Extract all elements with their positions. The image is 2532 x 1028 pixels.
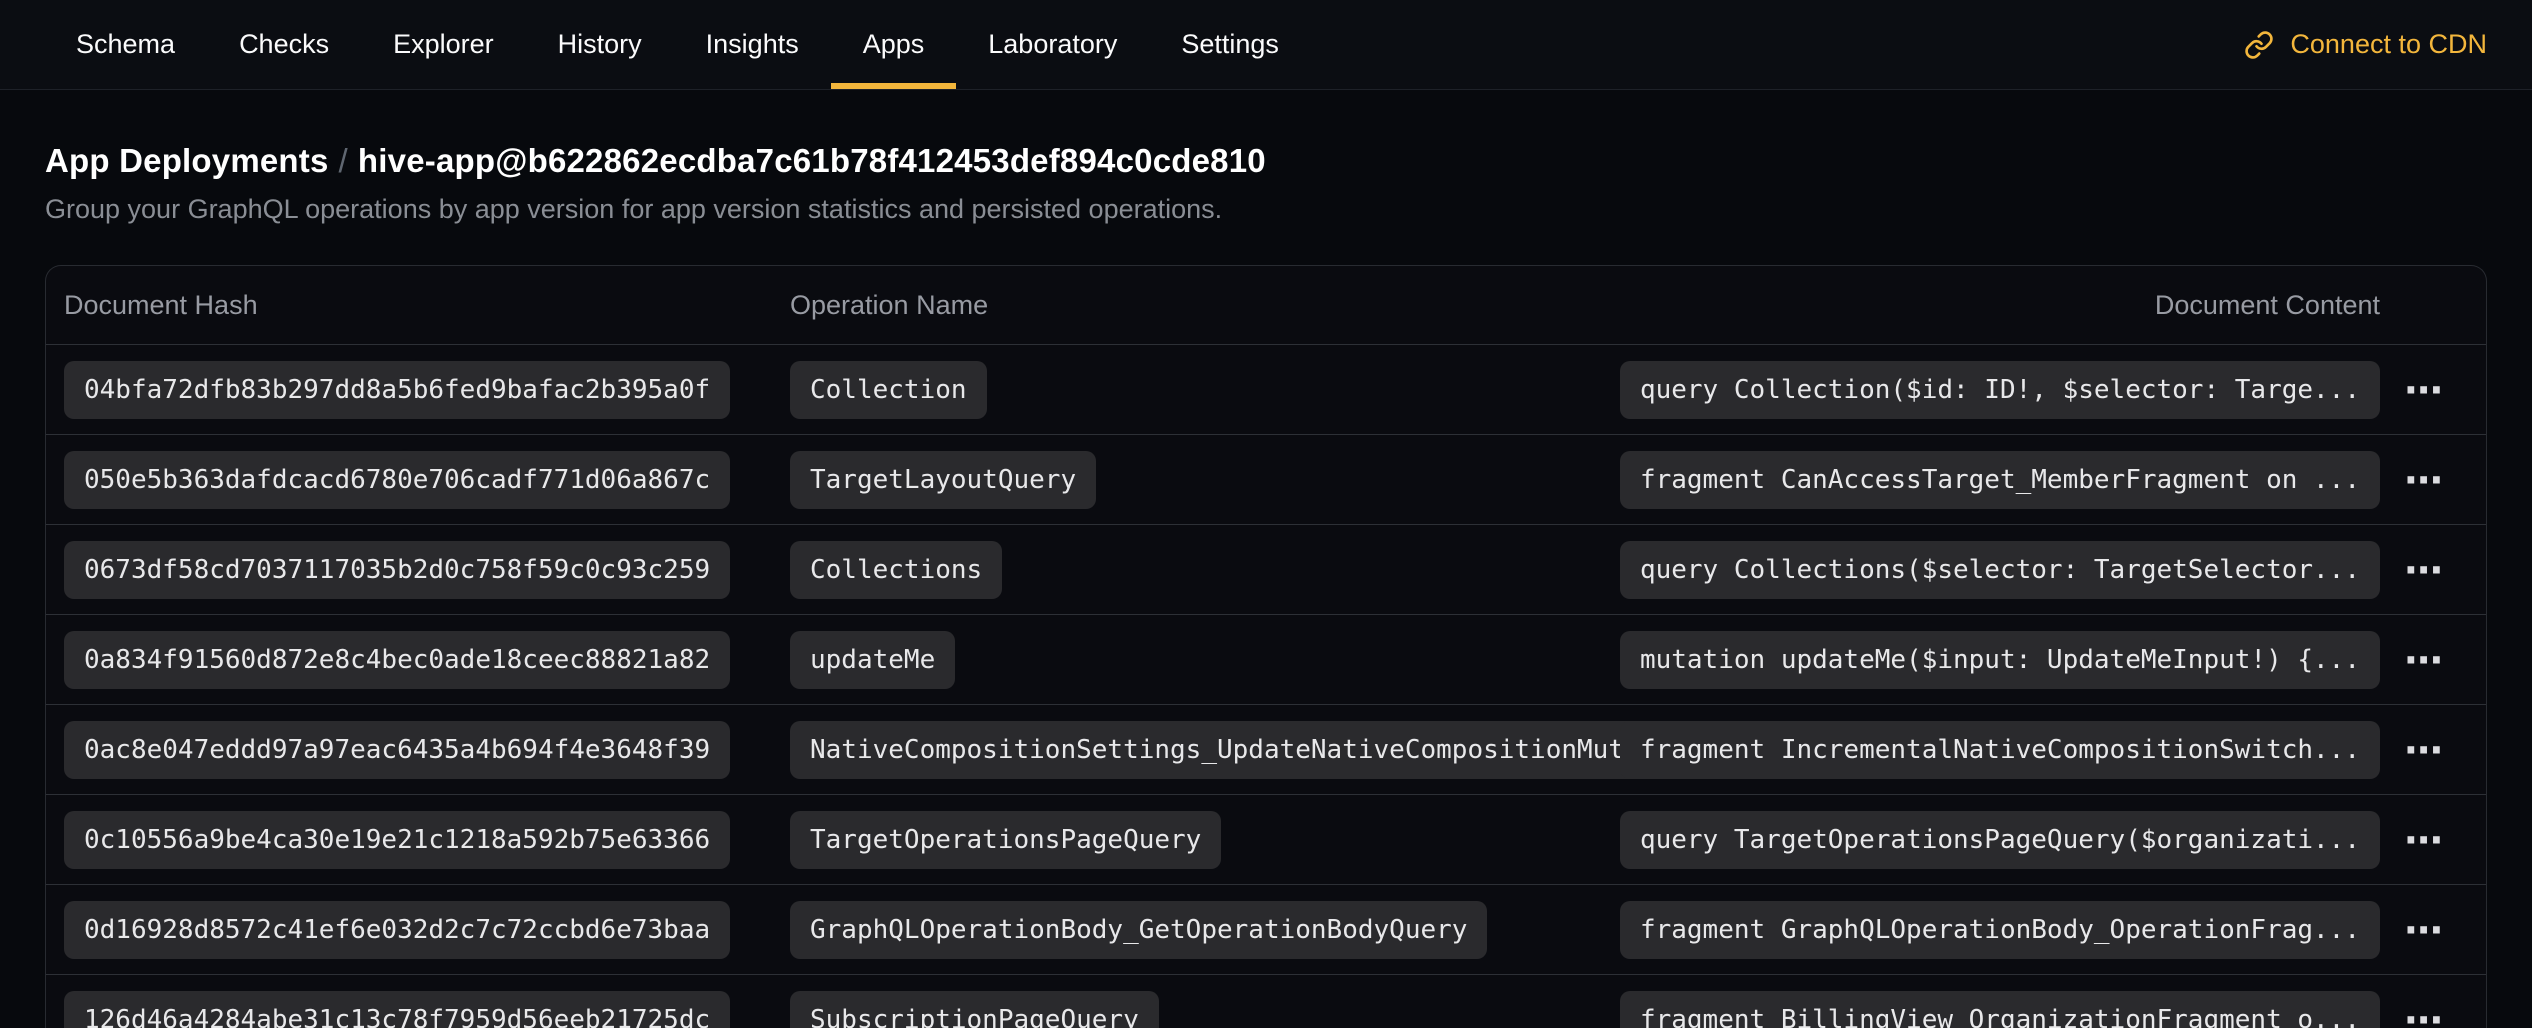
page-subtitle: Group your GraphQL operations by app ver… (45, 194, 2487, 225)
connect-to-cdn-label: Connect to CDN (2290, 29, 2487, 60)
document-hash: 0673df58cd7037117035b2d0c758f59c0c93c259 (64, 541, 730, 599)
tab-insights[interactable]: Insights (674, 0, 831, 89)
document-hash: 0a834f91560d872e8c4bec0ade18ceec88821a82 (64, 631, 730, 689)
column-header-operation-name: Operation Name (790, 290, 2155, 321)
table-header-row: Document Hash Operation Name Document Co… (46, 266, 2486, 344)
operation-name: updateMe (790, 631, 955, 689)
column-header-document-content: Document Content (2155, 290, 2380, 321)
breadcrumb: App Deployments/hive-app@b622862ecdba7c6… (45, 142, 2487, 180)
document-hash: 0ac8e047eddd97a97eac6435a4b694f4e3648f39 (64, 721, 730, 779)
row-menu-button[interactable]: ⋯ (2395, 995, 2454, 1028)
tab-apps[interactable]: Apps (831, 0, 957, 89)
document-content: fragment CanAccessTarget_MemberFragment … (1620, 451, 2380, 509)
tab-laboratory[interactable]: Laboratory (956, 0, 1149, 89)
link-icon (2244, 30, 2274, 60)
row-menu-button[interactable]: ⋯ (2395, 365, 2454, 415)
tab-schema[interactable]: Schema (44, 0, 207, 89)
row-menu-button[interactable]: ⋯ (2395, 905, 2454, 955)
connect-to-cdn-button[interactable]: Connect to CDN (2244, 0, 2487, 89)
document-content: query TargetOperationsPageQuery($organiz… (1620, 811, 2380, 869)
tab-explorer[interactable]: Explorer (361, 0, 526, 89)
row-menu-button[interactable]: ⋯ (2395, 635, 2454, 685)
operation-name: SubscriptionPageQuery (790, 991, 1159, 1028)
document-content: mutation updateMe($input: UpdateMeInput!… (1620, 631, 2380, 689)
deployments-table: Document Hash Operation Name Document Co… (45, 265, 2487, 1028)
row-menu-button[interactable]: ⋯ (2395, 545, 2454, 595)
tab-history[interactable]: History (526, 0, 674, 89)
table-row: 0ac8e047eddd97a97eac6435a4b694f4e3648f39… (46, 704, 2486, 794)
operation-name: TargetOperationsPageQuery (790, 811, 1221, 869)
row-menu-button[interactable]: ⋯ (2395, 815, 2454, 865)
document-hash: 04bfa72dfb83b297dd8a5b6fed9bafac2b395a0f (64, 361, 730, 419)
column-header-document-hash: Document Hash (64, 290, 790, 321)
breadcrumb-section: App Deployments (45, 142, 329, 179)
top-nav: Schema Checks Explorer History Insights … (0, 0, 2532, 90)
document-hash: 126d46a4284abe31c13c78f7959d56eeb21725dc (64, 991, 730, 1028)
document-hash: 0d16928d8572c41ef6e032d2c7c72ccbd6e73baa (64, 901, 730, 959)
operation-name: Collection (790, 361, 987, 419)
row-menu-button[interactable]: ⋯ (2395, 725, 2454, 775)
table-row: 0a834f91560d872e8c4bec0ade18ceec88821a82… (46, 614, 2486, 704)
document-content: fragment BillingView_OrganizationFragmen… (1620, 991, 2380, 1028)
operation-name: TargetLayoutQuery (790, 451, 1096, 509)
document-content: fragment IncrementalNativeCompositionSwi… (1620, 721, 2380, 779)
document-hash: 0c10556a9be4ca30e19e21c1218a592b75e63366 (64, 811, 730, 869)
row-menu-button[interactable]: ⋯ (2395, 455, 2454, 505)
table-row: 0d16928d8572c41ef6e032d2c7c72ccbd6e73baa… (46, 884, 2486, 974)
table-row: 050e5b363dafdcacd6780e706cadf771d06a867c… (46, 434, 2486, 524)
table-row: 126d46a4284abe31c13c78f7959d56eeb21725dc… (46, 974, 2486, 1028)
operation-name: GraphQLOperationBody_GetOperationBodyQue… (790, 901, 1487, 959)
document-content: fragment GraphQLOperationBody_OperationF… (1620, 901, 2380, 959)
table-row: 04bfa72dfb83b297dd8a5b6fed9bafac2b395a0f… (46, 344, 2486, 434)
table-row: 0673df58cd7037117035b2d0c758f59c0c93c259… (46, 524, 2486, 614)
operation-name: NativeCompositionSettings_UpdateNativeCo… (790, 721, 1722, 779)
nav-tabs: Schema Checks Explorer History Insights … (44, 0, 1311, 89)
document-content: query Collection($id: ID!, $selector: Ta… (1620, 361, 2380, 419)
breadcrumb-app-id: hive-app@b622862ecdba7c61b78f412453def89… (358, 142, 1266, 179)
document-content: query Collections($selector: TargetSelec… (1620, 541, 2380, 599)
tab-checks[interactable]: Checks (207, 0, 361, 89)
tab-settings[interactable]: Settings (1149, 0, 1311, 89)
breadcrumb-separator: / (329, 142, 358, 179)
table-row: 0c10556a9be4ca30e19e21c1218a592b75e63366… (46, 794, 2486, 884)
document-hash: 050e5b363dafdcacd6780e706cadf771d06a867c (64, 451, 730, 509)
operation-name: Collections (790, 541, 1002, 599)
app-deployment-page: App Deployments/hive-app@b622862ecdba7c6… (0, 142, 2532, 1028)
